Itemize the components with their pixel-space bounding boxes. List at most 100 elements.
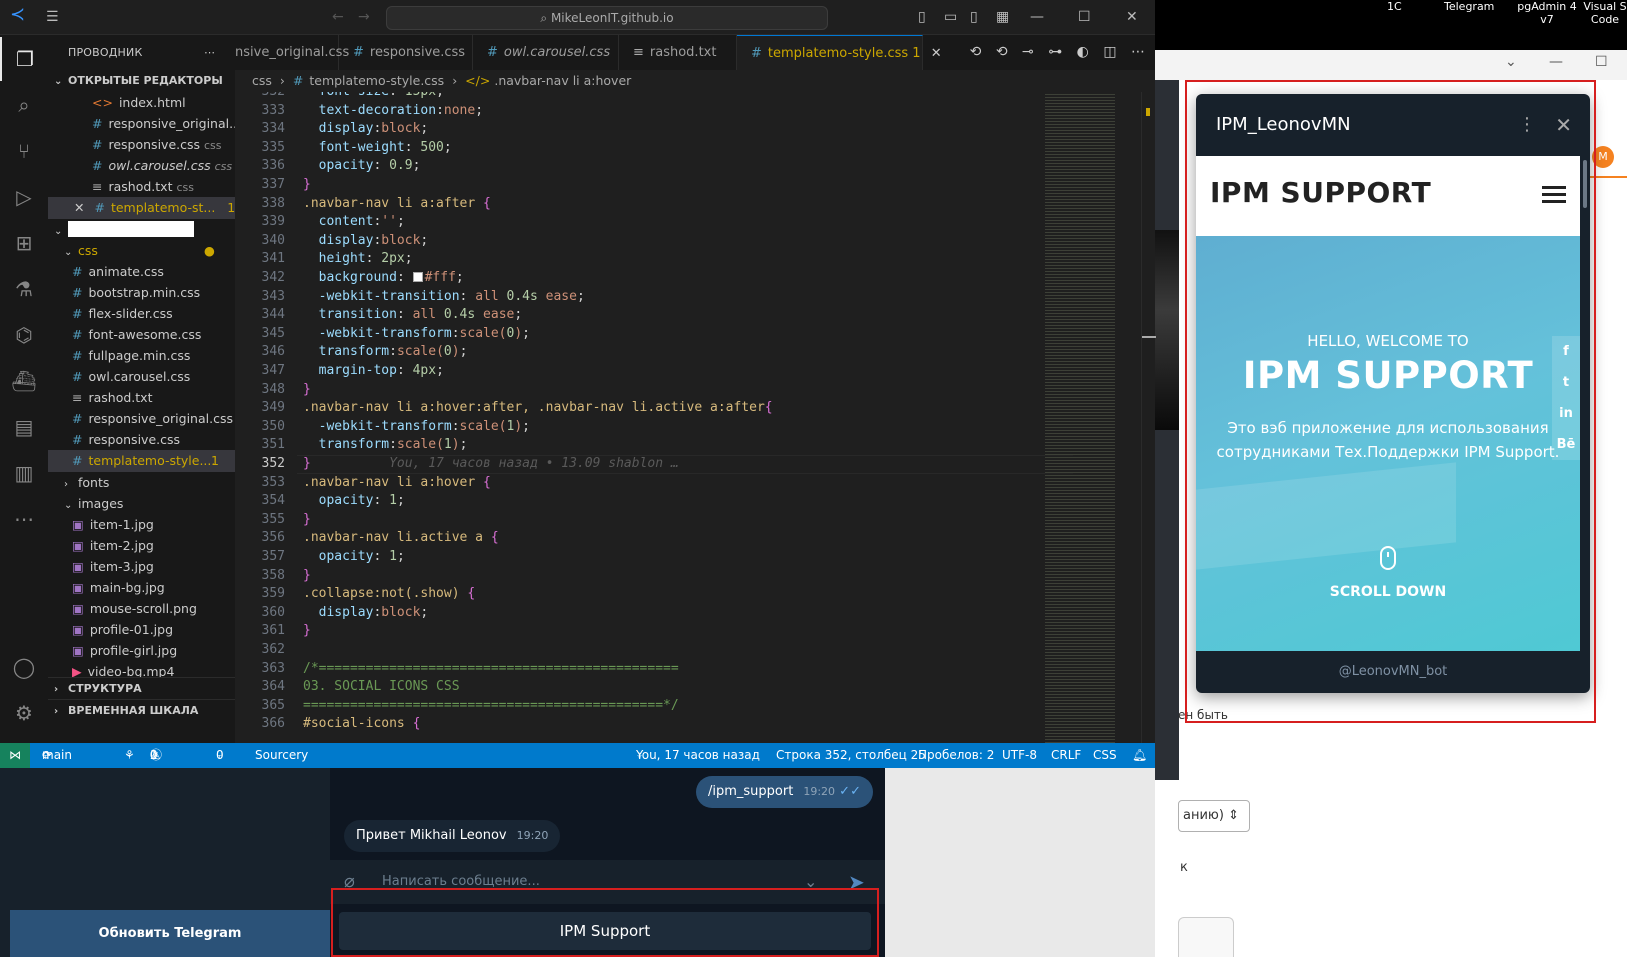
toggle-secondary-sidebar-icon[interactable]: ▯: [970, 8, 978, 26]
folder-images[interactable]: ⌄ images: [48, 493, 235, 515]
taskbar-item-1c[interactable]: 1С: [1387, 0, 1402, 13]
open-editor-item-active[interactable]: ✕ # templatemo-st... 1: [48, 197, 235, 219]
testing-icon[interactable]: ⚗: [0, 267, 48, 311]
layout-icon[interactable]: ▦: [996, 8, 1009, 26]
more-actions-icon[interactable]: ⋯: [204, 35, 215, 70]
open-editor-item[interactable]: # owl.carousel.css css: [48, 155, 235, 177]
code-line[interactable]: content:'';: [303, 214, 405, 229]
go-back-icon[interactable]: ⟲: [996, 44, 1008, 60]
code-line[interactable]: }: [303, 623, 311, 638]
file-item[interactable]: # responsive_original.css: [48, 408, 235, 430]
breadcrumb-folder[interactable]: css: [252, 73, 272, 88]
minimize-icon[interactable]: —: [1030, 8, 1044, 26]
folder-fonts[interactable]: › fonts: [48, 472, 235, 494]
source-control-icon[interactable]: ⑂: [0, 129, 48, 173]
open-editors-header[interactable]: ⌄ ОТКРЫТЫЕ РЕДАКТОРЫ: [48, 70, 235, 92]
taskbar-item-pgadmin[interactable]: pgAdmin 4 v7: [1515, 0, 1579, 26]
run-debug-icon[interactable]: ▷: [0, 175, 48, 219]
code-line[interactable]: /*======================================…: [303, 661, 679, 676]
file-item[interactable]: ▣ profile-girl.jpg: [48, 640, 235, 662]
code-line[interactable]: opacity: 1;: [303, 493, 405, 508]
toggle-sidebar-icon[interactable]: ▯: [918, 8, 926, 26]
account-icon[interactable]: ◯: [0, 645, 48, 689]
file-item[interactable]: ▣ item-1.jpg: [48, 514, 235, 536]
code-line[interactable]: .navbar-nav li.active a {: [303, 530, 499, 545]
outline-header[interactable]: › СТРУКТУРА: [48, 677, 235, 699]
chevron-down-icon[interactable]: ⌄: [1505, 54, 1517, 70]
search-icon[interactable]: ⌕: [0, 83, 48, 127]
file-item[interactable]: ▣ main-bg.jpg: [48, 577, 235, 599]
taskbar-item-telegram[interactable]: Telegram: [1444, 0, 1494, 13]
minimize-icon[interactable]: —: [1549, 54, 1563, 70]
maximize-icon[interactable]: ☐: [1595, 54, 1608, 70]
code-line[interactable]: .navbar-nav li a:hover {: [303, 475, 491, 490]
file-item[interactable]: # responsive.css: [48, 429, 235, 451]
more-icon[interactable]: ⋯: [0, 497, 48, 541]
message-incoming[interactable]: Привет Mikhail Leonov 19:20: [344, 820, 561, 852]
file-item[interactable]: # font-awesome.css: [48, 324, 235, 346]
file-item[interactable]: ▣ profile-01.jpg: [48, 619, 235, 641]
tab-owl-carousel[interactable]: # owl.carousel.css: [473, 35, 619, 70]
code-line[interactable]: }: [303, 512, 311, 527]
file-item[interactable]: # animate.css: [48, 261, 235, 283]
cursor-position[interactable]: Строка 352, столбец 25: [776, 743, 926, 768]
code-line[interactable]: .navbar-nav li a:after {: [303, 196, 491, 211]
code-line[interactable]: font-weight: 500;: [303, 140, 452, 155]
toggle-panel-icon[interactable]: ▭: [944, 8, 957, 26]
timeline-header[interactable]: › ВРЕМЕННАЯ ШКАЛА: [48, 699, 235, 721]
code-line[interactable]: background: #fff;: [303, 270, 464, 285]
database-icon[interactable]: ▥: [0, 451, 48, 495]
workspace-folder[interactable]: ⌄: [48, 219, 235, 241]
code-line[interactable]: font-size: 15px;: [303, 92, 444, 99]
code-line[interactable]: -webkit-transform:scale(0);: [303, 326, 530, 341]
file-item-active[interactable]: # templatemo-style.... 1: [48, 450, 235, 472]
open-editor-item[interactable]: # responsive.css css: [48, 134, 235, 156]
file-item[interactable]: ▣ item-3.jpg: [48, 556, 235, 578]
folder-css[interactable]: ⌄ css ●: [48, 240, 235, 262]
code-line[interactable]: .collapse:not(.show) {: [303, 586, 475, 601]
open-editor-item[interactable]: # responsive_original...: [48, 113, 235, 135]
remote-icon[interactable]: ⋈: [0, 743, 30, 768]
gear-icon[interactable]: ⚙: [0, 691, 48, 735]
code-line[interactable]: }: [303, 177, 311, 192]
close-icon[interactable]: ✕: [1126, 8, 1138, 26]
more-actions-icon[interactable]: ⋯: [1131, 44, 1145, 60]
command-center-search[interactable]: ⌕ MikeLeonIT.github.io: [386, 6, 828, 30]
breadcrumb-symbol[interactable]: .navbar-nav li a:hover: [494, 73, 631, 88]
code-line[interactable]: }: [303, 382, 311, 397]
code-line[interactable]: opacity: 0.9;: [303, 158, 421, 173]
open-editor-item[interactable]: <> index.html: [48, 92, 235, 114]
code-line[interactable]: margin-top: 4px;: [303, 363, 444, 378]
compare-icon[interactable]: ⊶: [1048, 44, 1062, 60]
file-item[interactable]: ≡ rashod.txt: [48, 387, 235, 409]
code-line[interactable]: transform:scale(0);: [303, 344, 468, 359]
code-line[interactable]: transform:scale(1);: [303, 437, 468, 452]
taskbar-item-vscode[interactable]: Visual S Code: [1583, 0, 1627, 26]
git-lens-icon[interactable]: ◐: [1077, 44, 1089, 60]
indentation-status[interactable]: Пробелов: 2: [918, 743, 994, 768]
encoding-status[interactable]: UTF-8: [1002, 743, 1037, 768]
docker-icon[interactable]: ⛴: [0, 359, 48, 403]
menu-icon[interactable]: ☰: [46, 8, 59, 26]
code-editor[interactable]: 332 font-size: 15px; 333 text-decoration:…: [235, 92, 1155, 743]
file-item[interactable]: # flex-slider.css: [48, 303, 235, 325]
language-status[interactable]: CSS: [1093, 743, 1117, 768]
code-line[interactable]: transition: all 0.4s ease;: [303, 307, 523, 322]
code-line[interactable]: #social-icons {: [303, 716, 420, 731]
code-line[interactable]: .navbar-nav li a:hover:after, .navbar-na…: [303, 400, 773, 415]
remote-explorer-icon[interactable]: ▤: [0, 405, 48, 449]
tab-rashod[interactable]: ≡ rashod.txt: [619, 35, 737, 70]
file-item[interactable]: ▣ mouse-scroll.png: [48, 598, 235, 620]
live-share-icon[interactable]: ⚘: [124, 743, 135, 768]
tab-responsive[interactable]: # responsive.css: [339, 35, 473, 70]
eol-status[interactable]: CRLF: [1051, 743, 1081, 768]
history-icon[interactable]: ⟲: [970, 44, 982, 60]
code-line[interactable]: display:block;: [303, 121, 429, 136]
message-outgoing[interactable]: /ipm_support 19:20 ✓✓: [696, 776, 873, 808]
code-line[interactable]: } You, 17 часов назад • 13.09 shablon …: [303, 456, 679, 471]
explorer-icon[interactable]: ❐: [0, 37, 48, 81]
python-icon[interactable]: ⌬: [0, 313, 48, 357]
breadcrumb-file[interactable]: templatemo-style.css: [309, 73, 444, 88]
code-line[interactable]: height: 2px;: [303, 251, 413, 266]
close-icon[interactable]: ✕: [74, 200, 84, 215]
